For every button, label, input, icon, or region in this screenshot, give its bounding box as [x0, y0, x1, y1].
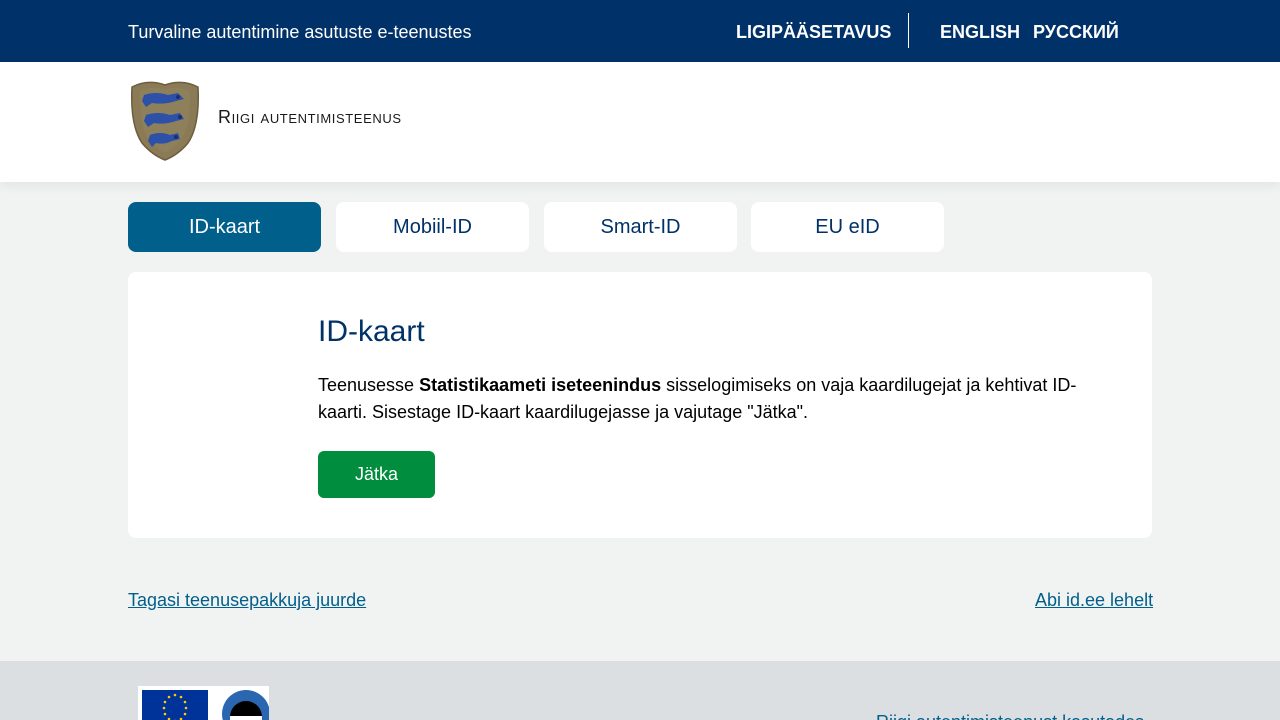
eu-funding-logo	[138, 686, 269, 720]
eu-flag-icon	[142, 690, 269, 720]
tab-mobile-id[interactable]: Mobiil-ID	[336, 202, 529, 252]
card-description: Teenusesse Statistikaameti iseteenindus …	[318, 372, 1078, 426]
language-divider	[908, 13, 909, 48]
accessibility-link[interactable]: LIGIPÄÄSETAVUS	[736, 21, 891, 43]
logo-text: Riigi autentimisteenus	[218, 107, 402, 127]
footer-link[interactable]: Riigi autentimisteenust kasutades	[876, 712, 1144, 720]
language-english-link[interactable]: ENGLISH	[940, 21, 1020, 43]
tab-id-card[interactable]: ID-kaart	[128, 202, 321, 252]
tab-eu-eid[interactable]: EU eID	[751, 202, 944, 252]
tagline: Turvaline autentimine asutuste e-teenust…	[128, 22, 472, 42]
help-link[interactable]: Abi id.ee lehelt	[1035, 589, 1153, 611]
continue-button[interactable]: Jätka	[318, 451, 435, 498]
coat-of-arms-icon	[130, 81, 200, 161]
logo[interactable]: Riigi autentimisteenus	[128, 79, 418, 161]
site-footer: Riigi autentimisteenust kasutades	[0, 661, 1280, 720]
description-before: Teenusesse	[318, 375, 420, 395]
tab-smart-id[interactable]: Smart-ID	[544, 202, 737, 252]
site-header: Riigi autentimisteenus	[0, 62, 1280, 182]
card-title: ID-kaart	[318, 315, 425, 348]
service-name: Statistikaameti iseteenindus	[419, 375, 662, 395]
login-card: ID-kaart Teenusesse Statistikaameti iset…	[128, 272, 1152, 538]
language-russian-link[interactable]: РУССКИЙ	[1033, 21, 1119, 43]
back-to-service-link[interactable]: Tagasi teenusepakkuja juurde	[128, 589, 366, 611]
top-bar: Turvaline autentimine asutuste e-teenust…	[0, 0, 1280, 62]
